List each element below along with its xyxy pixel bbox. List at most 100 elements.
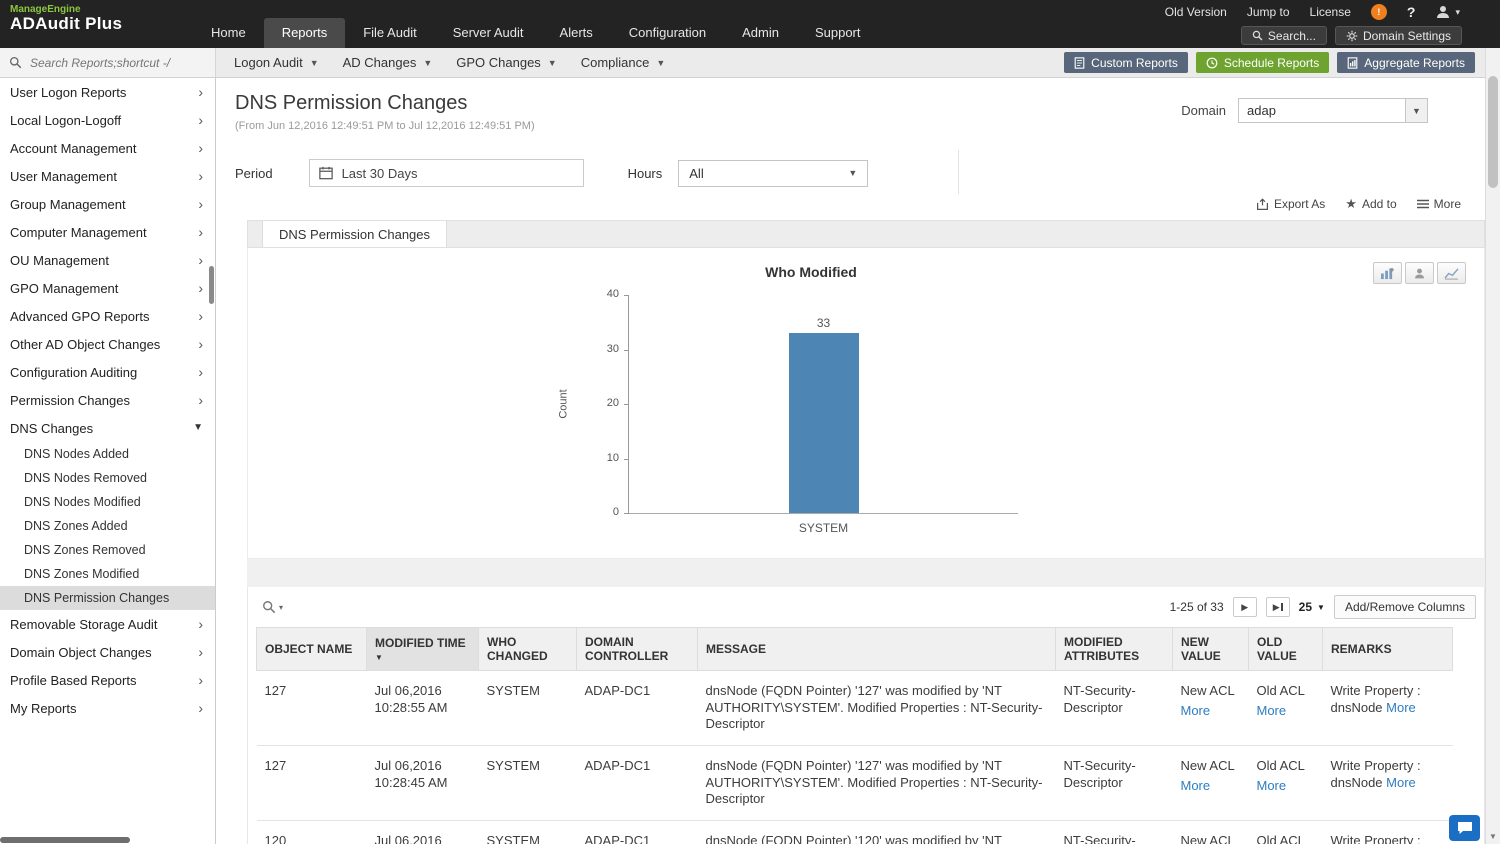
remarks-more-link[interactable]: More bbox=[1386, 775, 1416, 790]
hours-select-value: All bbox=[689, 165, 704, 181]
sidebar-item-dns-changes[interactable]: DNS Changes ▼ bbox=[0, 414, 215, 442]
hours-select[interactable]: All ▼ bbox=[678, 159, 869, 187]
top-link-license[interactable]: License bbox=[1310, 5, 1351, 19]
new-value-more-link[interactable]: More bbox=[1181, 703, 1241, 720]
column-header-message[interactable]: MESSAGE bbox=[697, 627, 1056, 671]
column-header-old-value[interactable]: OLD VALUE bbox=[1248, 627, 1323, 671]
sidebar-item-dns-nodes-removed[interactable]: DNS Nodes Removed bbox=[0, 466, 215, 490]
feedback-button[interactable] bbox=[1449, 815, 1480, 841]
search-button[interactable]: Search... bbox=[1240, 26, 1327, 45]
report-search-icon[interactable] bbox=[0, 56, 30, 69]
nav-item-alerts[interactable]: Alerts bbox=[542, 18, 611, 48]
nav-item-file-audit[interactable]: File Audit bbox=[345, 18, 434, 48]
export-icon bbox=[1256, 197, 1268, 210]
next-page-button[interactable]: ▶ bbox=[1232, 597, 1257, 617]
nav-item-admin[interactable]: Admin bbox=[724, 18, 797, 48]
sidebar-item-dns-zones-added[interactable]: DNS Zones Added bbox=[0, 514, 215, 538]
old-value-more-link[interactable]: More bbox=[1257, 778, 1315, 795]
column-header-who-changed[interactable]: WHO CHANGED bbox=[478, 627, 577, 671]
sidebar-item-dns-zones-removed[interactable]: DNS Zones Removed bbox=[0, 538, 215, 562]
sidebar-item-other-ad-object-changes[interactable]: Other AD Object Changes › bbox=[0, 330, 215, 358]
sidebar-item-permission-changes[interactable]: Permission Changes › bbox=[0, 386, 215, 414]
nav-item-server-audit[interactable]: Server Audit bbox=[435, 18, 542, 48]
period-input[interactable]: Last 30 Days bbox=[308, 159, 584, 187]
scroll-down-arrow[interactable]: ▼ bbox=[1486, 829, 1500, 843]
sidebar-item-advanced-gpo-reports[interactable]: Advanced GPO Reports › bbox=[0, 302, 215, 330]
sidebar-item-computer-management[interactable]: Computer Management › bbox=[0, 218, 215, 246]
custom-reports-button[interactable]: Custom Reports bbox=[1064, 52, 1188, 73]
chevron-right-icon: › bbox=[198, 392, 203, 408]
cell-remarks: Write Property : bbox=[1322, 820, 1453, 844]
column-header-new-value[interactable]: NEW VALUE bbox=[1172, 627, 1249, 671]
menu-ad-changes[interactable]: AD Changes ▼ bbox=[331, 48, 445, 77]
old-value-more-link[interactable]: More bbox=[1257, 703, 1315, 720]
chart-y-axis-title: Count bbox=[557, 295, 571, 513]
menu-logon-audit[interactable]: Logon Audit ▼ bbox=[222, 48, 331, 77]
sidebar-item-user-logon-reports[interactable]: User Logon Reports › bbox=[0, 78, 215, 106]
column-header-modified-time[interactable]: MODIFIED TIME ▼ bbox=[366, 627, 479, 671]
new-value-more-link[interactable]: More bbox=[1181, 778, 1241, 795]
sidebar-item-user-management[interactable]: User Management › bbox=[0, 162, 215, 190]
page-scrollbar-thumb[interactable] bbox=[1488, 76, 1498, 188]
table-search-button[interactable]: ▾ bbox=[262, 600, 283, 614]
help-icon[interactable]: ? bbox=[1407, 4, 1416, 20]
nav-item-configuration[interactable]: Configuration bbox=[611, 18, 724, 48]
column-header-object-name[interactable]: OBJECT NAME bbox=[256, 627, 367, 671]
page-size-select[interactable]: 25 ▼ bbox=[1299, 600, 1325, 614]
column-header-remarks[interactable]: REMARKS bbox=[1322, 627, 1453, 671]
domain-select[interactable]: adap ▼ bbox=[1238, 98, 1428, 123]
add-remove-columns-button[interactable]: Add/Remove Columns bbox=[1333, 595, 1476, 619]
sidebar-item-dns-zones-modified[interactable]: DNS Zones Modified bbox=[0, 562, 215, 586]
sidebar-item-my-reports[interactable]: My Reports › bbox=[0, 694, 215, 722]
sidebar-item-configuration-auditing[interactable]: Configuration Auditing › bbox=[0, 358, 215, 386]
remarks-more-link[interactable]: More bbox=[1386, 700, 1416, 715]
sidebar-item-dns-nodes-modified[interactable]: DNS Nodes Modified bbox=[0, 490, 215, 514]
sidebar-item-gpo-management[interactable]: GPO Management › bbox=[0, 274, 215, 302]
menu-compliance[interactable]: Compliance ▼ bbox=[569, 48, 678, 77]
sidebar: User Logon Reports › Local Logon-Logoff › Ac… bbox=[0, 78, 216, 844]
chevron-right-icon: › bbox=[198, 252, 203, 268]
user-summary-view-icon[interactable] bbox=[1405, 262, 1434, 284]
topbar: ManageEngine ADAudit Plus Home Reports Fil… bbox=[0, 0, 1500, 48]
add-to-button[interactable]: ★ Add to bbox=[1345, 196, 1396, 212]
domain-settings-button[interactable]: Domain Settings bbox=[1334, 26, 1462, 45]
sidebar-item-profile-based-reports[interactable]: Profile Based Reports › bbox=[0, 666, 215, 694]
top-link-jump-to[interactable]: Jump to bbox=[1247, 5, 1290, 19]
more-button[interactable]: More bbox=[1416, 197, 1461, 211]
sidebar-item-domain-object-changes[interactable]: Domain Object Changes › bbox=[0, 638, 215, 666]
schedule-reports-button[interactable]: Schedule Reports bbox=[1195, 52, 1330, 73]
bar-chart-view-icon[interactable] bbox=[1373, 262, 1402, 284]
top-link-old-version[interactable]: Old Version bbox=[1165, 5, 1227, 19]
tab-dns-permission-changes[interactable]: DNS Permission Changes bbox=[262, 221, 448, 248]
table-header-row: OBJECT NAME MODIFIED TIME ▼ WHO CHANGED DOMA… bbox=[256, 627, 1453, 671]
export-as-button[interactable]: Export As bbox=[1256, 197, 1325, 211]
cell-modified-attributes: NT-Security- bbox=[1055, 820, 1173, 844]
nav-item-reports[interactable]: Reports bbox=[263, 18, 346, 48]
chevron-down-icon: ▼ bbox=[193, 422, 203, 433]
sidebar-item-dns-nodes-added[interactable]: DNS Nodes Added bbox=[0, 442, 215, 466]
last-page-bar bbox=[1280, 603, 1283, 611]
report-search-input[interactable] bbox=[30, 55, 208, 70]
sidebar-item-dns-permission-changes[interactable]: DNS Permission Changes bbox=[0, 586, 215, 610]
sidebar-vertical-scrollbar[interactable] bbox=[209, 266, 214, 304]
sidebar-item-account-management[interactable]: Account Management › bbox=[0, 134, 215, 162]
brand-logo[interactable]: ManageEngine ADAudit Plus bbox=[10, 4, 122, 34]
user-menu[interactable]: ▾ bbox=[1435, 4, 1460, 20]
last-page-button[interactable]: ▶ bbox=[1265, 597, 1290, 617]
gear-icon bbox=[1346, 30, 1358, 41]
page-scrollbar[interactable]: ▼ bbox=[1485, 48, 1500, 844]
chart-bar-system[interactable]: 33 bbox=[788, 316, 859, 513]
sidebar-item-group-management[interactable]: Group Management › bbox=[0, 190, 215, 218]
sidebar-item-local-logon-logoff[interactable]: Local Logon-Logoff › bbox=[0, 106, 215, 134]
aggregate-reports-button[interactable]: Aggregate Reports bbox=[1337, 52, 1475, 73]
line-chart-view-icon[interactable] bbox=[1437, 262, 1466, 284]
menu-gpo-changes[interactable]: GPO Changes ▼ bbox=[444, 48, 568, 77]
sidebar-item-removable-storage-audit[interactable]: Removable Storage Audit › bbox=[0, 610, 215, 638]
nav-item-support[interactable]: Support bbox=[797, 18, 879, 48]
column-header-modified-attributes[interactable]: MODIFIED ATTRIBUTES bbox=[1055, 627, 1173, 671]
community-icon[interactable]: ! bbox=[1370, 4, 1387, 20]
nav-item-home[interactable]: Home bbox=[193, 18, 264, 48]
column-header-domain-controller[interactable]: DOMAIN CONTROLLER bbox=[576, 627, 698, 671]
sidebar-horizontal-scrollbar[interactable] bbox=[0, 837, 130, 843]
sidebar-item-ou-management[interactable]: OU Management › bbox=[0, 246, 215, 274]
